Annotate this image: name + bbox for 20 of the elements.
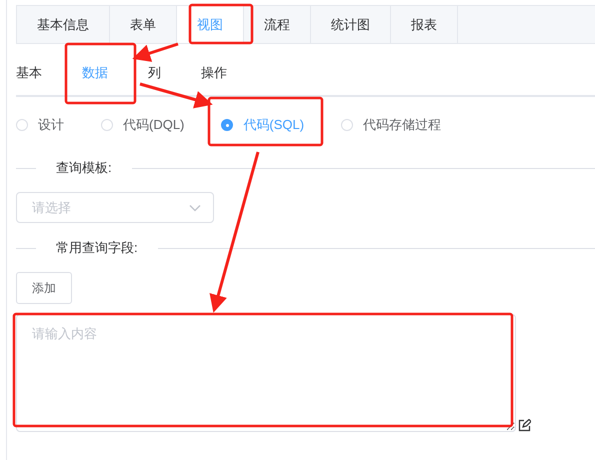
tab[interactable]: 列 <box>148 64 161 82</box>
edit-icon[interactable] <box>518 419 531 432</box>
tab[interactable]: 操作 <box>201 64 227 82</box>
radio-label[interactable]: 设计 <box>38 116 64 134</box>
radio-label[interactable]: 代码(DQL) <box>123 116 184 134</box>
tab[interactable]: 流程 <box>244 6 311 43</box>
section-title: 常用查询字段: <box>55 239 139 257</box>
tab[interactable]: 统计图 <box>311 6 391 43</box>
section-title: 查询模板: <box>55 159 113 177</box>
annotation-arrow <box>132 42 178 62</box>
tab[interactable]: 基本 <box>16 64 42 82</box>
add-button[interactable]: 添加 <box>16 272 72 304</box>
tab[interactable]: 基本信息 <box>17 6 110 43</box>
highlight-frame <box>188 4 254 44</box>
sql-input-field[interactable]: 请输入内容 <box>16 314 516 432</box>
radio-label[interactable]: 代码存储过程 <box>363 116 442 134</box>
highlight-frame <box>64 42 136 104</box>
tab[interactable]: 报表 <box>391 6 458 43</box>
radio-button[interactable] <box>221 119 234 131</box>
chevron-down-icon <box>189 204 201 212</box>
